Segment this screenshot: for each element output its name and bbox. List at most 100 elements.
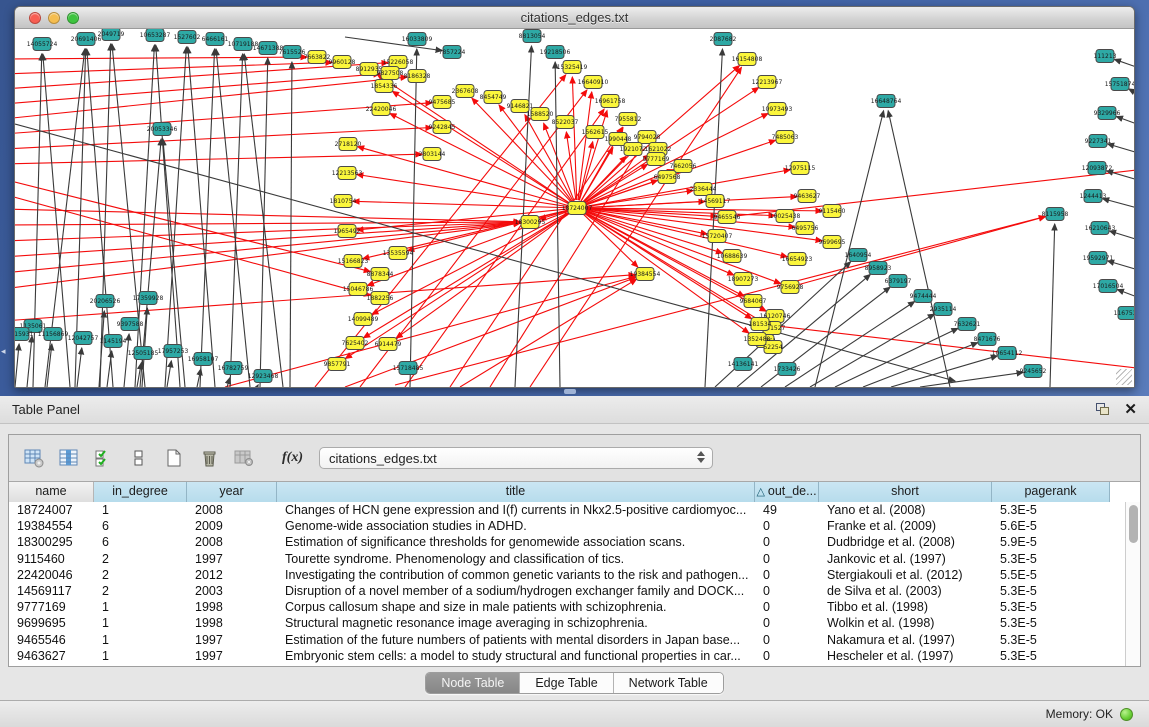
graph-node[interactable]: 9475685 xyxy=(429,96,456,109)
column-header-name[interactable]: name xyxy=(9,482,94,502)
table-cell[interactable]: 18300295 xyxy=(9,534,94,550)
new-column-button[interactable] xyxy=(163,447,185,469)
column-header-out-de-[interactable]: △out_de... xyxy=(755,482,819,502)
graph-edge[interactable] xyxy=(1129,89,1134,98)
table-cell[interactable]: 9699695 xyxy=(9,615,94,631)
graph-node[interactable]: 15325419 xyxy=(557,61,588,74)
graph-node[interactable]: 16640910 xyxy=(578,76,609,89)
graph-node[interactable]: 9794028 xyxy=(634,131,661,144)
graph-edge[interactable] xyxy=(15,74,380,104)
graph-node[interactable]: 7663822 xyxy=(304,51,331,64)
graph-node[interactable]: 12213967 xyxy=(752,76,783,89)
table-cell[interactable]: 2012 xyxy=(187,567,277,583)
graph-node[interactable]: 1167534 xyxy=(1114,307,1134,320)
graph-node[interactable]: 2935114 xyxy=(930,303,957,316)
graph-edge[interactable] xyxy=(1110,231,1134,242)
table-cell[interactable]: 2 xyxy=(94,567,187,583)
table-cell[interactable]: Disruption of a novel member of a sodium… xyxy=(277,583,755,599)
table-row[interactable]: 1830029562008Estimation of significance … xyxy=(9,534,1140,550)
graph-edge[interactable] xyxy=(77,348,82,387)
scrollbar-thumb[interactable] xyxy=(1129,505,1138,543)
graph-node[interactable]: 1588520 xyxy=(527,108,554,121)
table-cell[interactable]: 1 xyxy=(94,599,187,615)
table-cell[interactable]: 5.3E-5 xyxy=(992,632,1110,648)
graph-edge[interactable] xyxy=(555,62,560,387)
graph-node[interactable]: 8471676 xyxy=(974,333,1001,346)
table-cell[interactable]: 14569117 xyxy=(9,583,94,599)
graph-node[interactable]: 16648764 xyxy=(871,95,902,108)
graph-edge[interactable] xyxy=(15,209,520,222)
table-cell[interactable]: 5.9E-5 xyxy=(992,534,1110,550)
graph-node[interactable]: 10688639 xyxy=(717,250,748,263)
unselect-all-button[interactable] xyxy=(128,447,150,469)
graph-node[interactable]: 1921072 xyxy=(620,143,647,156)
table-cell[interactable]: 0 xyxy=(755,615,819,631)
graph-node[interactable]: 2087682 xyxy=(710,33,737,46)
table-cell[interactable]: Jankovic et al. (1997) xyxy=(819,551,992,567)
graph-edge[interactable] xyxy=(15,154,422,164)
graph-node[interactable]: 6466161 xyxy=(202,33,229,46)
graph-edge[interactable] xyxy=(27,336,32,387)
tab-edge-table[interactable]: Edge Table xyxy=(519,673,612,693)
graph-node[interactable]: 7485063 xyxy=(772,131,799,144)
tab-node-table[interactable]: Node Table xyxy=(426,673,519,693)
graph-node[interactable]: 10973493 xyxy=(762,103,793,116)
table-cell[interactable]: Yano et al. (2008) xyxy=(819,502,992,518)
table-cell[interactable]: Investigating the contribution of common… xyxy=(277,567,755,583)
graph-node[interactable]: 1854336 xyxy=(371,80,398,93)
table-cell[interactable]: 1 xyxy=(94,615,187,631)
select-all-button[interactable] xyxy=(93,447,115,469)
graph-node[interactable]: 15751874 xyxy=(1105,78,1134,91)
close-panel-icon[interactable]: ✕ xyxy=(1124,403,1137,417)
graph-node[interactable]: 2367608 xyxy=(452,85,479,98)
graph-node[interactable]: 2049719 xyxy=(98,29,125,41)
table-row[interactable]: 946554611997Estimation of the future num… xyxy=(9,632,1140,648)
graph-edge[interactable] xyxy=(810,314,934,387)
graph-node[interactable]: 12213563 xyxy=(332,167,363,180)
graph-edge[interactable] xyxy=(1050,224,1055,387)
graph-edge[interactable] xyxy=(1116,116,1134,127)
graph-node[interactable]: 9699695 xyxy=(819,236,846,249)
table-cell[interactable]: Hescheler et al. (1997) xyxy=(819,648,992,664)
graph-edge[interactable] xyxy=(225,277,635,387)
table-cell[interactable]: 1998 xyxy=(187,599,277,615)
table-cell[interactable]: Tourette syndrome. Phenomenology and cla… xyxy=(277,551,755,567)
graph-node[interactable]: 16782759 xyxy=(218,362,249,375)
graph-node[interactable]: 12042757 xyxy=(68,332,99,345)
table-cell[interactable]: 0 xyxy=(755,551,819,567)
table-cell[interactable]: 1998 xyxy=(187,615,277,631)
table-cell[interactable]: 5.3E-5 xyxy=(992,599,1110,615)
graph-edge[interactable] xyxy=(15,62,332,74)
table-cell[interactable]: 6 xyxy=(94,518,187,534)
function-builder-button[interactable]: f(x) xyxy=(282,450,303,466)
graph-node[interactable]: 7632621 xyxy=(954,318,981,331)
graph-edge[interactable] xyxy=(490,145,642,387)
graph-node[interactable]: 19218506 xyxy=(540,46,571,59)
table-cell[interactable]: Embryonic stem cells: a model to study s… xyxy=(277,648,755,664)
table-cell[interactable]: 0 xyxy=(755,632,819,648)
table-cell[interactable]: 2008 xyxy=(187,502,277,518)
graph-edge[interactable] xyxy=(167,361,171,387)
collapse-panel-arrow-icon[interactable]: ◂ xyxy=(1,346,6,357)
graph-node[interactable]: 16961758 xyxy=(595,95,626,108)
table-row[interactable]: 946362711997Embryonic stem cells: a mode… xyxy=(9,648,1140,664)
table-cell[interactable]: 1 xyxy=(94,648,187,664)
graph-node[interactable]: 2803144 xyxy=(419,148,446,161)
table-row[interactable]: 977716911998Corpus callosum shape and si… xyxy=(9,599,1140,615)
table-cell[interactable]: 1997 xyxy=(187,648,277,664)
table-cell[interactable]: Dudbridge et al. (2008) xyxy=(819,534,992,550)
graph-node[interactable]: 9960128 xyxy=(329,56,356,69)
graph-node[interactable]: 9329966 xyxy=(1094,107,1121,120)
graph-edge[interactable] xyxy=(1108,261,1134,272)
graph-node[interactable]: 9242845 xyxy=(429,121,456,134)
graph-edge[interactable] xyxy=(15,124,955,381)
graph-node[interactable]: 22420046 xyxy=(366,103,397,116)
graph-edge[interactable] xyxy=(200,49,215,387)
table-cell[interactable]: Stergiakouli et al. (2012) xyxy=(819,567,992,583)
graph-node[interactable]: 12093872 xyxy=(1082,162,1113,175)
graph-node[interactable]: 1244413 xyxy=(1080,190,1107,203)
graph-node[interactable]: 9684067 xyxy=(740,295,767,308)
table-cell[interactable]: Tibbo et al. (1998) xyxy=(819,599,992,615)
graph-node[interactable]: 20053346 xyxy=(147,123,178,136)
table-cell[interactable]: 22420046 xyxy=(9,567,94,583)
